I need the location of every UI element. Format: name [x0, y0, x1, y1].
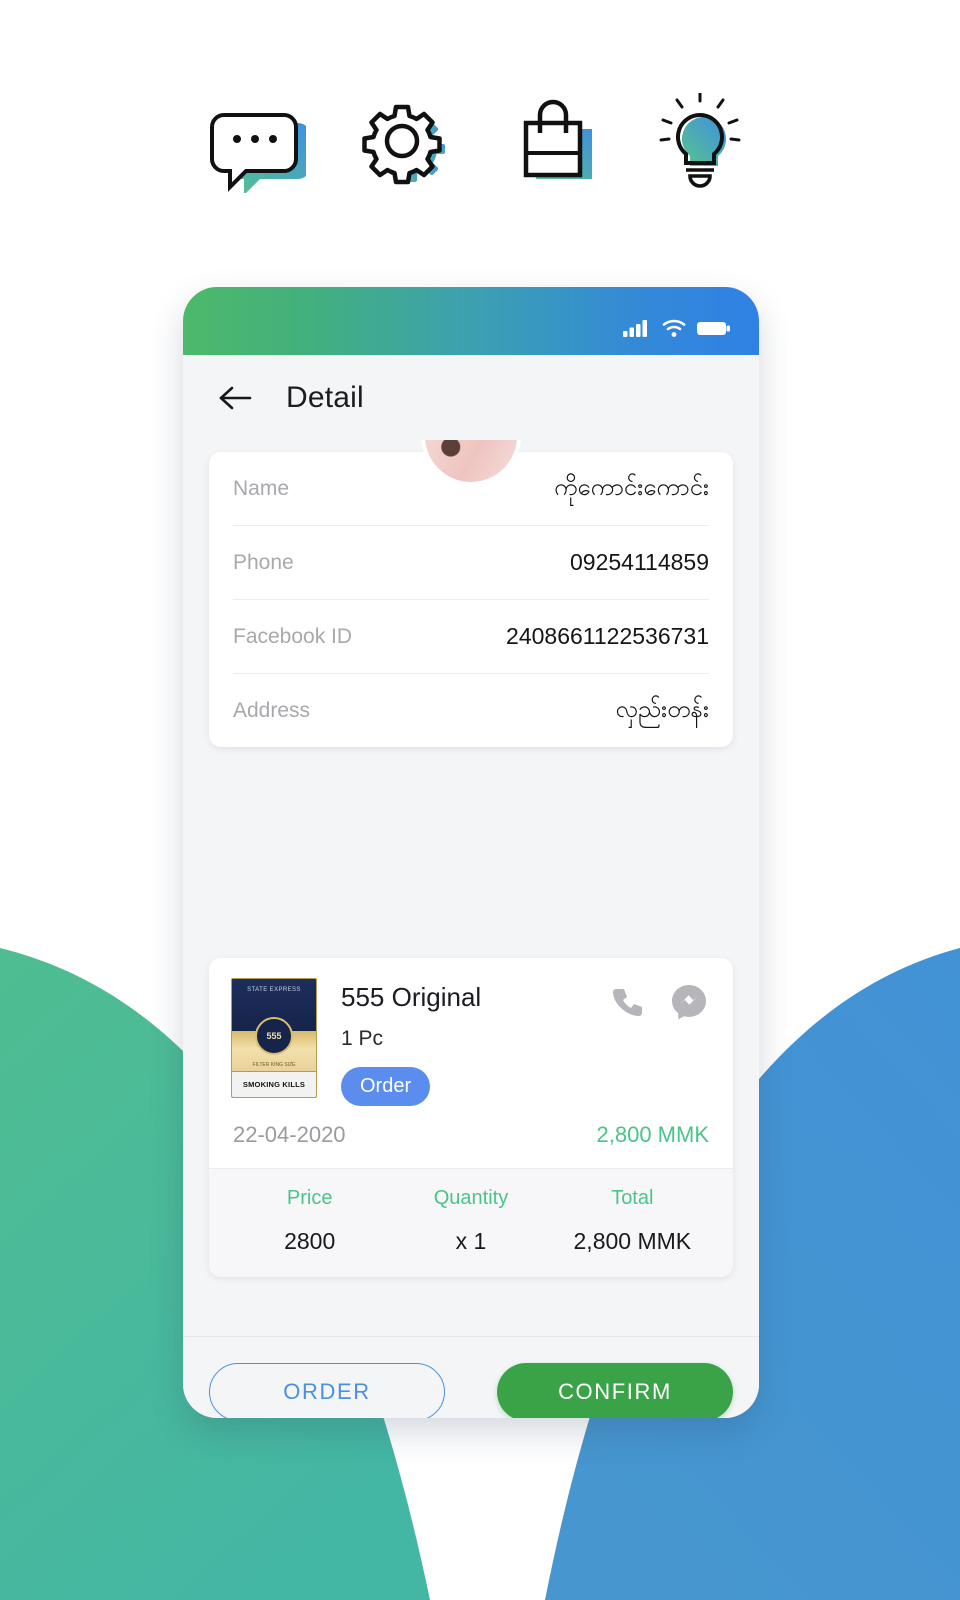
- product-header: STATE EXPRESS 555 FILTER KING SIZE SMOKI…: [209, 958, 733, 1120]
- contact-row-facebook-id: Facebook ID 2408661122536731: [233, 600, 709, 674]
- contact-value: 2408661122536731: [506, 623, 709, 649]
- contact-value: 09254114859: [570, 549, 709, 575]
- product-meta-row: 22-04-2020 2,800 MMK: [209, 1120, 733, 1168]
- phone-mockup: Detail Name ကိုကောင်းကောင်း Phone 092541…: [183, 287, 759, 1418]
- contact-label: Phone: [233, 550, 294, 574]
- decorative-icon-row: [0, 88, 960, 198]
- pack-brand-line: STATE EXPRESS: [247, 987, 301, 993]
- summary-column-price: Price 2800: [229, 1187, 390, 1255]
- status-bar: [183, 287, 759, 355]
- phone-icon[interactable]: [607, 982, 647, 1022]
- chat-bubble-icon: [210, 93, 306, 193]
- page-title: Detail: [286, 380, 364, 414]
- gear-icon: [358, 93, 454, 193]
- pack-warning-panel: SMOKING KILLS: [232, 1071, 316, 1097]
- contact-label: Facebook ID: [233, 624, 353, 648]
- contact-row-address: Address လှည်းတန်း: [233, 674, 709, 747]
- primary-button-row: ORDER CONFIRM: [209, 1363, 733, 1418]
- screen-content: Name ကိုကောင်းကောင်း Phone 09254114859 F…: [183, 440, 759, 1336]
- confirm-button[interactable]: CONFIRM: [497, 1363, 733, 1418]
- order-price: 2,800 MMK: [596, 1122, 710, 1147]
- product-title: 555 Original: [341, 982, 482, 1012]
- contact-value: ကိုကောင်းကောင်း: [553, 473, 709, 501]
- product-thumbnail: STATE EXPRESS 555 FILTER KING SIZE SMOKI…: [231, 978, 317, 1098]
- pack-emblem: 555: [255, 1016, 293, 1055]
- summary-header: Quantity: [433, 1187, 509, 1209]
- back-arrow-icon[interactable]: [213, 375, 259, 421]
- product-info: 555 Original 1 Pc Order: [341, 978, 481, 1106]
- bottom-action-bar: ORDER CONFIRM PENDING CANCEL: [183, 1336, 759, 1418]
- summary-header: Total: [611, 1187, 654, 1209]
- contact-value: လှည်းတန်း: [615, 695, 709, 723]
- contact-row-phone: Phone 09254114859: [233, 526, 709, 600]
- product-order-card: STATE EXPRESS 555 FILTER KING SIZE SMOKI…: [209, 958, 733, 1277]
- summary-column-quantity: Quantity x 1: [390, 1187, 551, 1255]
- shopping-bag-icon: [506, 93, 602, 193]
- summary-header: Price: [286, 1187, 333, 1209]
- wifi-icon: [662, 318, 686, 343]
- summary-value: 2,800 MMK: [573, 1228, 692, 1254]
- summary-column-total: Total 2,800 MMK: [552, 1187, 713, 1255]
- contact-label: Name: [233, 476, 290, 500]
- pack-warning-text: SMOKING KILLS: [242, 1080, 306, 1090]
- contact-label: Address: [233, 698, 311, 722]
- product-contact-actions: [607, 982, 709, 1022]
- lightbulb-icon: [654, 93, 750, 193]
- order-summary-table: Price 2800 Quantity x 1 Total 2,800 MMK: [209, 1168, 733, 1277]
- summary-value: x 1: [455, 1228, 487, 1254]
- signal-bars-icon: [623, 318, 651, 343]
- battery-full-icon: [697, 318, 731, 343]
- status-badge[interactable]: Order: [341, 1067, 431, 1106]
- app-bar: Detail: [183, 355, 759, 440]
- contact-info-card: Name ကိုကောင်းကောင်း Phone 09254114859 F…: [209, 440, 733, 747]
- order-button[interactable]: ORDER: [209, 1363, 445, 1418]
- pack-gold-panel: 555 FILTER KING SIZE: [232, 1016, 316, 1072]
- summary-value: 2800: [284, 1228, 336, 1254]
- pack-sub-line: FILTER KING SIZE: [252, 1062, 296, 1069]
- product-quantity-label: 1 Pc: [341, 1027, 384, 1050]
- order-date: 22-04-2020: [233, 1122, 346, 1147]
- messenger-icon[interactable]: [669, 982, 709, 1022]
